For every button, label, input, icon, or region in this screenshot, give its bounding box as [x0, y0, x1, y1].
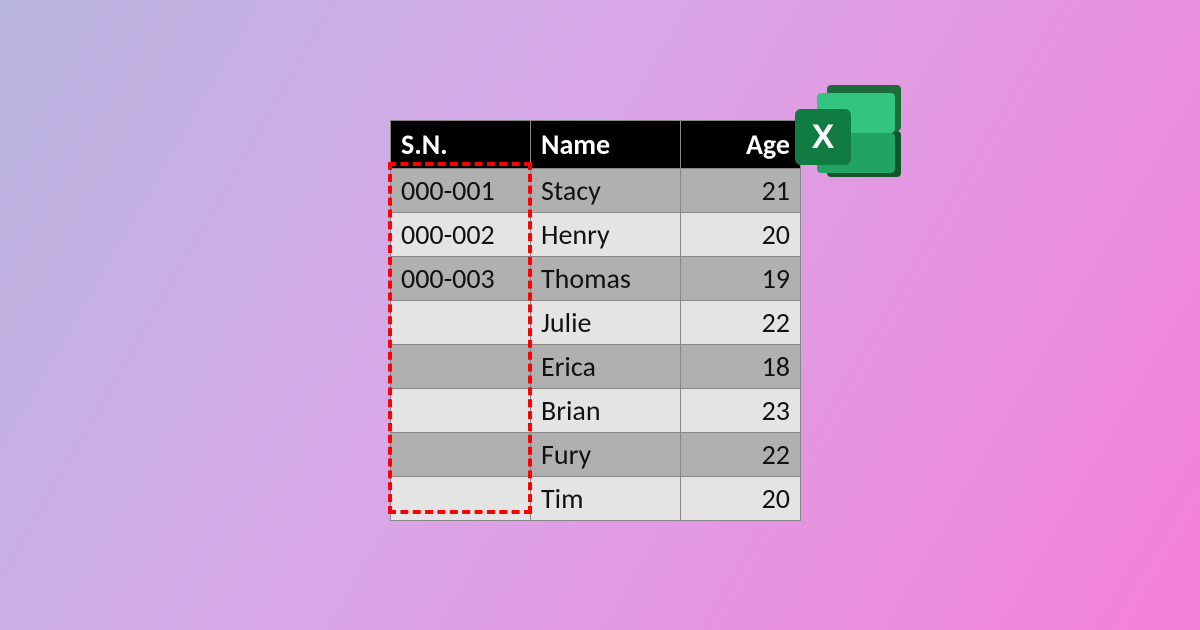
- cell-age[interactable]: 18: [681, 345, 801, 389]
- cell-age[interactable]: 22: [681, 433, 801, 477]
- cell-age[interactable]: 20: [681, 213, 801, 257]
- cell-name[interactable]: Erica: [531, 345, 681, 389]
- cell-name[interactable]: Julie: [531, 301, 681, 345]
- cell-age[interactable]: 20: [681, 477, 801, 521]
- cell-age[interactable]: 21: [681, 169, 801, 213]
- header-row: S.N. Name Age: [391, 121, 801, 169]
- cell-name[interactable]: Brian: [531, 389, 681, 433]
- cell-name[interactable]: Henry: [531, 213, 681, 257]
- cell-sn[interactable]: [391, 477, 531, 521]
- cell-age[interactable]: 19: [681, 257, 801, 301]
- table-row[interactable]: Erica 18: [391, 345, 801, 389]
- table-row[interactable]: Tim 20: [391, 477, 801, 521]
- table-row[interactable]: 000-002 Henry 20: [391, 213, 801, 257]
- header-age[interactable]: Age: [681, 121, 801, 169]
- table-row[interactable]: Brian 23: [391, 389, 801, 433]
- cell-sn[interactable]: [391, 301, 531, 345]
- header-sn[interactable]: S.N.: [391, 121, 531, 169]
- cell-name[interactable]: Fury: [531, 433, 681, 477]
- header-name[interactable]: Name: [531, 121, 681, 169]
- cell-sn[interactable]: 000-003: [391, 257, 531, 301]
- cell-sn[interactable]: [391, 389, 531, 433]
- table-row[interactable]: 000-003 Thomas 19: [391, 257, 801, 301]
- excel-icon-letter: X: [795, 109, 851, 165]
- table-row[interactable]: 000-001 Stacy 21: [391, 169, 801, 213]
- data-table-container: S.N. Name Age 000-001 Stacy 21 000-002 H…: [390, 120, 801, 521]
- table-row[interactable]: Fury 22: [391, 433, 801, 477]
- cell-name[interactable]: Thomas: [531, 257, 681, 301]
- cell-sn[interactable]: [391, 345, 531, 389]
- cell-sn[interactable]: 000-002: [391, 213, 531, 257]
- data-table[interactable]: S.N. Name Age 000-001 Stacy 21 000-002 H…: [390, 120, 801, 521]
- cell-sn[interactable]: [391, 433, 531, 477]
- cell-sn[interactable]: 000-001: [391, 169, 531, 213]
- cell-age[interactable]: 23: [681, 389, 801, 433]
- excel-icon: X: [795, 85, 905, 185]
- table-row[interactable]: Julie 22: [391, 301, 801, 345]
- cell-name[interactable]: Tim: [531, 477, 681, 521]
- cell-name[interactable]: Stacy: [531, 169, 681, 213]
- cell-age[interactable]: 22: [681, 301, 801, 345]
